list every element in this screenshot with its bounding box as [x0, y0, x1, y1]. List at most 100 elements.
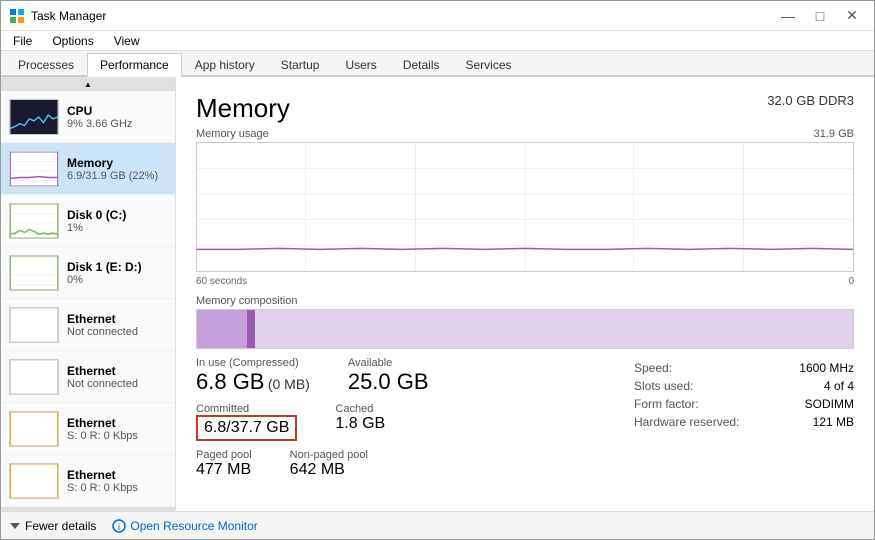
menu-view[interactable]: View [106, 32, 148, 50]
sidebar-item-disk0[interactable]: Disk 0 (C:) 1% [1, 195, 175, 247]
available-block: Available 25.0 GB [348, 357, 437, 395]
tab-performance[interactable]: Performance [87, 53, 182, 77]
eth3-value: S: 0 R: 0 Kbps [67, 430, 167, 442]
title-bar: Task Manager — □ ✕ [1, 1, 874, 31]
speed-row: Speed: 1600 MHz [634, 361, 854, 375]
left-stats: In use (Compressed) 6.8 GB (0 MB) Availa… [196, 357, 614, 479]
eth2-thumbnail [9, 359, 59, 395]
disk1-thumbnail [9, 255, 59, 291]
eth2-info: Ethernet Not connected [67, 364, 167, 390]
memory-thumbnail [9, 151, 59, 187]
memory-name: Memory [67, 156, 167, 170]
disk0-name: Disk 0 (C:) [67, 208, 167, 222]
sidebar-item-cpu[interactable]: CPU 9% 3.66 GHz [1, 91, 175, 143]
sidebar-item-disk1[interactable]: Disk 1 (E: D:) 0% [1, 247, 175, 299]
main-subtitle: 32.0 GB DDR3 [767, 93, 854, 108]
memory-usage-chart [196, 142, 854, 272]
app-icon [9, 8, 25, 24]
sidebar-item-eth1[interactable]: Ethernet Not connected [1, 299, 175, 351]
stats-area: In use (Compressed) 6.8 GB (0 MB) Availa… [196, 357, 854, 479]
main-header: Memory 32.0 GB DDR3 [196, 93, 854, 124]
in-use-value: 6.8 GB (0 MB) [196, 369, 310, 395]
stats-row3: Paged pool 477 MB Non-paged pool 642 MB [196, 449, 614, 479]
cpu-info: CPU 9% 3.66 GHz [67, 104, 167, 130]
hw-reserved-row: Hardware reserved: 121 MB [634, 415, 854, 429]
close-button[interactable]: ✕ [838, 6, 866, 26]
menu-options[interactable]: Options [44, 32, 101, 50]
tab-processes[interactable]: Processes [5, 53, 87, 77]
disk1-name: Disk 1 (E: D:) [67, 260, 167, 274]
eth1-info: Ethernet Not connected [67, 312, 167, 338]
mem-modified-bar [247, 310, 255, 348]
mem-standby-bar [255, 310, 853, 348]
resource-monitor-icon: i [112, 519, 126, 533]
tab-app-history[interactable]: App history [182, 53, 268, 77]
eth3-thumbnail [9, 411, 59, 447]
nonpaged-block: Non-paged pool 642 MB [290, 449, 376, 479]
disk0-info: Disk 0 (C:) 1% [67, 208, 167, 234]
sidebar-item-eth3[interactable]: Ethernet S: 0 R: 0 Kbps [1, 403, 175, 455]
open-resource-monitor-link[interactable]: i Open Resource Monitor [112, 519, 257, 533]
cached-block: Cached 1.8 GB [335, 403, 393, 441]
task-manager-window: Task Manager — □ ✕ File Options View Pro… [0, 0, 875, 540]
stats-row1: In use (Compressed) 6.8 GB (0 MB) Availa… [196, 357, 614, 395]
in-use-block: In use (Compressed) 6.8 GB (0 MB) [196, 357, 318, 395]
eth4-info: Ethernet S: 0 R: 0 Kbps [67, 468, 167, 494]
eth4-value: S: 0 R: 0 Kbps [67, 482, 167, 494]
tab-services[interactable]: Services [453, 53, 525, 77]
cpu-value: 9% 3.66 GHz [67, 118, 167, 130]
eth2-value: Not connected [67, 378, 167, 390]
content-area: ▲ CPU 9% 3.66 GHz [1, 77, 874, 511]
cpu-thumbnail [9, 99, 59, 135]
eth2-name: Ethernet [67, 364, 167, 378]
sidebar-scroll-up[interactable]: ▲ [1, 77, 175, 91]
memory-info: Memory 6.9/31.9 GB (22%) [67, 156, 167, 182]
mem-in-use-bar [197, 310, 247, 348]
right-stats: Speed: 1600 MHz Slots used: 4 of 4 Form … [634, 357, 854, 479]
window-controls: — □ ✕ [774, 6, 866, 26]
memory-composition-label: Memory composition [196, 295, 854, 307]
disk1-info: Disk 1 (E: D:) 0% [67, 260, 167, 286]
eth3-name: Ethernet [67, 416, 167, 430]
tab-details[interactable]: Details [390, 53, 453, 77]
memory-value: 6.9/31.9 GB (22%) [67, 170, 167, 182]
fewer-details-button[interactable]: Fewer details [9, 519, 96, 533]
eth3-info: Ethernet S: 0 R: 0 Kbps [67, 416, 167, 442]
committed-block: Committed 6.8/37.7 GB [196, 403, 305, 441]
slots-row: Slots used: 4 of 4 [634, 379, 854, 393]
footer-bar: Fewer details i Open Resource Monitor [1, 511, 874, 539]
eth1-thumbnail [9, 307, 59, 343]
title-bar-left: Task Manager [9, 8, 106, 24]
disk0-thumbnail [9, 203, 59, 239]
chart-time-labels: 60 seconds 0 [196, 276, 854, 287]
eth4-thumbnail [9, 463, 59, 499]
sidebar-item-eth4[interactable]: Ethernet S: 0 R: 0 Kbps [1, 455, 175, 507]
eth4-name: Ethernet [67, 468, 167, 482]
tabs-bar: Processes Performance App history Startu… [1, 51, 874, 77]
sidebar-item-eth2[interactable]: Ethernet Not connected [1, 351, 175, 403]
paged-block: Paged pool 477 MB [196, 449, 260, 479]
sidebar-item-memory[interactable]: Memory 6.9/31.9 GB (22%) [1, 143, 175, 195]
eth1-value: Not connected [67, 326, 167, 338]
minimize-button[interactable]: — [774, 6, 802, 26]
window-title: Task Manager [31, 9, 106, 23]
sidebar: ▲ CPU 9% 3.66 GHz [1, 77, 176, 511]
tab-users[interactable]: Users [332, 53, 389, 77]
main-panel: Memory 32.0 GB DDR3 Memory usage 31.9 GB [176, 77, 874, 511]
tab-startup[interactable]: Startup [268, 53, 333, 77]
arrow-icon [9, 520, 21, 532]
menu-bar: File Options View [1, 31, 874, 51]
main-title: Memory [196, 93, 290, 124]
memory-composition-bar [196, 309, 854, 349]
memory-usage-label: Memory usage 31.9 GB [196, 128, 854, 140]
maximize-button[interactable]: □ [806, 6, 834, 26]
committed-value-box: 6.8/37.7 GB [196, 415, 297, 441]
menu-file[interactable]: File [5, 32, 40, 50]
eth1-name: Ethernet [67, 312, 167, 326]
disk0-value: 1% [67, 222, 167, 234]
stats-row2: Committed 6.8/37.7 GB Cached 1.8 GB [196, 403, 614, 441]
cpu-name: CPU [67, 104, 167, 118]
form-row: Form factor: SODIMM [634, 397, 854, 411]
disk1-value: 0% [67, 274, 167, 286]
svg-text:i: i [118, 522, 120, 532]
